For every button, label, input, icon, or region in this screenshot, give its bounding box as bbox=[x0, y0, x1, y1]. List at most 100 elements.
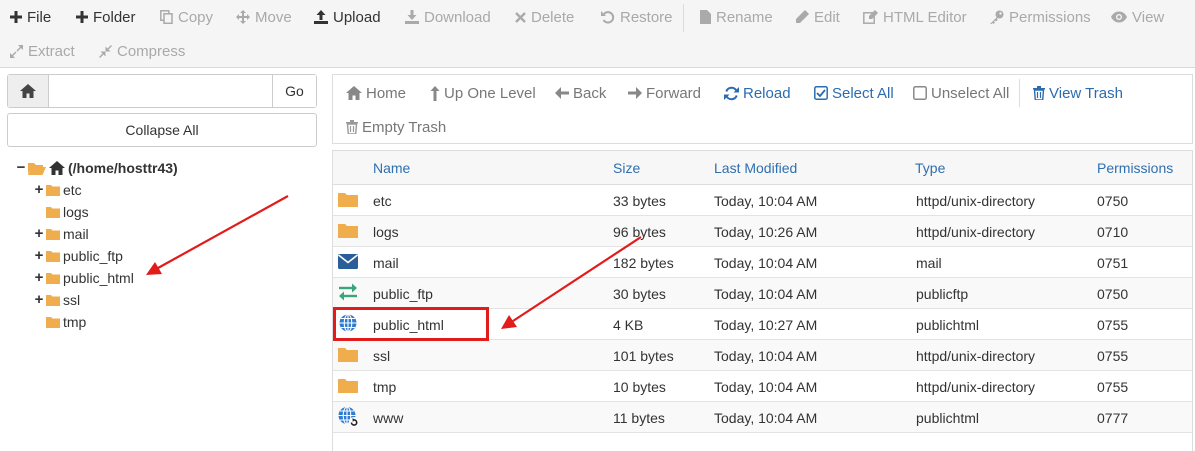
globe-link-icon bbox=[338, 406, 359, 427]
collapse-toggle[interactable]: − bbox=[16, 160, 26, 175]
file-size: 10 bytes bbox=[613, 379, 666, 395]
column-header-name[interactable]: Name bbox=[373, 160, 410, 176]
empty-trash-label: Empty Trash bbox=[362, 118, 447, 136]
select-all-button[interactable]: Select All bbox=[814, 82, 894, 104]
expand-toggle[interactable]: + bbox=[34, 292, 44, 307]
home-icon bbox=[346, 86, 362, 100]
tree-item-label: public_ftp bbox=[63, 248, 123, 264]
file-name: ssl bbox=[373, 348, 391, 364]
file-modified: Today, 10:26 AM bbox=[714, 224, 818, 240]
file-type: httpd/unix-directory bbox=[916, 379, 1036, 395]
delete-button[interactable]: Delete bbox=[515, 5, 574, 29]
trash-icon bbox=[1033, 86, 1045, 100]
html-editor-label: HTML Editor bbox=[883, 8, 967, 26]
reload-button[interactable]: Reload bbox=[724, 82, 791, 104]
restore-button[interactable]: Restore bbox=[601, 5, 673, 29]
expand-toggle[interactable]: + bbox=[34, 226, 44, 241]
reload-label: Reload bbox=[743, 84, 791, 102]
edit-button[interactable]: Edit bbox=[795, 5, 840, 29]
file-modified: Today, 10:04 AM bbox=[714, 193, 818, 209]
column-header-size[interactable]: Size bbox=[613, 160, 640, 176]
tree-item-etc[interactable]: + etc bbox=[34, 180, 82, 200]
collapse-all-button[interactable]: Collapse All bbox=[7, 113, 317, 147]
table-row[interactable]: www 11 bytes Today, 10:04 AM publichtml … bbox=[333, 402, 1192, 433]
transfer-arrows-icon bbox=[339, 283, 357, 301]
view-label: View bbox=[1132, 8, 1165, 26]
table-row[interactable]: ssl 101 bytes Today, 10:04 AM httpd/unix… bbox=[333, 340, 1192, 371]
arrow-left-icon bbox=[555, 87, 569, 99]
back-button[interactable]: Back bbox=[555, 82, 606, 104]
folder-icon bbox=[338, 224, 358, 238]
expand-icon bbox=[10, 44, 23, 58]
table-row[interactable]: mail 182 bytes Today, 10:04 AM mail 0751 bbox=[333, 247, 1192, 278]
view-button[interactable]: View bbox=[1111, 5, 1164, 29]
rename-button[interactable]: Rename bbox=[700, 5, 773, 29]
tree-item-public-ftp[interactable]: + public_ftp bbox=[34, 246, 123, 266]
plus-icon bbox=[10, 11, 22, 23]
plus-icon bbox=[76, 11, 88, 23]
file-size: 96 bytes bbox=[613, 224, 666, 240]
file-permissions: 0777 bbox=[1097, 410, 1129, 426]
file-modified: Today, 10:04 AM bbox=[714, 348, 818, 364]
view-trash-button[interactable]: View Trash bbox=[1033, 82, 1123, 104]
tree-item-ssl[interactable]: + ssl bbox=[34, 290, 81, 310]
edit-square-icon bbox=[863, 10, 878, 24]
arrowhead-icon bbox=[146, 262, 162, 275]
toolbar-divider bbox=[683, 4, 684, 32]
trash-icon bbox=[346, 120, 358, 134]
path-input[interactable] bbox=[49, 75, 272, 107]
tree-item-label: logs bbox=[63, 204, 89, 220]
tree-item-label: ssl bbox=[63, 292, 81, 308]
folder-icon bbox=[46, 229, 60, 240]
restore-label: Restore bbox=[620, 8, 673, 26]
file-name: logs bbox=[373, 224, 399, 240]
tree-item-public-html[interactable]: + public_html bbox=[34, 268, 134, 288]
upload-button[interactable]: Upload bbox=[314, 5, 381, 29]
unselect-all-button[interactable]: Unselect All bbox=[913, 82, 1009, 104]
table-row[interactable]: etc 33 bytes Today, 10:04 AM httpd/unix-… bbox=[333, 185, 1192, 216]
tree-item-mail[interactable]: + mail bbox=[34, 224, 89, 244]
table-row[interactable]: tmp 10 bytes Today, 10:04 AM httpd/unix-… bbox=[333, 371, 1192, 402]
tree-item-tmp[interactable]: tmp bbox=[46, 312, 86, 332]
column-header-permissions[interactable]: Permissions bbox=[1097, 160, 1173, 176]
file-permissions: 0755 bbox=[1097, 348, 1129, 364]
permissions-button[interactable]: Permissions bbox=[989, 5, 1091, 29]
new-folder-label: Folder bbox=[93, 8, 136, 26]
expand-toggle[interactable]: + bbox=[34, 182, 44, 197]
table-row[interactable]: logs 96 bytes Today, 10:26 AM httpd/unix… bbox=[333, 216, 1192, 247]
html-editor-button[interactable]: HTML Editor bbox=[863, 5, 967, 29]
forward-button[interactable]: Forward bbox=[628, 82, 701, 104]
tree-item-logs[interactable]: logs bbox=[46, 202, 89, 222]
move-button[interactable]: Move bbox=[236, 5, 292, 29]
expand-toggle[interactable]: + bbox=[34, 248, 44, 263]
new-file-button[interactable]: File bbox=[10, 5, 51, 29]
tree-root[interactable]: − (/home/hosttr43) bbox=[16, 158, 178, 178]
copy-icon bbox=[160, 10, 173, 24]
tree-item-label: public_html bbox=[63, 270, 134, 286]
up-one-level-label: Up One Level bbox=[444, 84, 536, 102]
compress-icon bbox=[99, 44, 112, 58]
expand-toggle[interactable]: + bbox=[34, 270, 44, 285]
go-button[interactable]: Go bbox=[272, 75, 316, 107]
download-label: Download bbox=[424, 8, 491, 26]
tree-item-label: etc bbox=[63, 182, 82, 198]
tree-item-label: mail bbox=[63, 226, 89, 242]
file-name: www bbox=[373, 410, 404, 426]
new-folder-button[interactable]: Folder bbox=[76, 5, 136, 29]
compress-button[interactable]: Compress bbox=[99, 39, 185, 63]
home-directory-button[interactable] bbox=[8, 75, 49, 107]
copy-button[interactable]: Copy bbox=[160, 5, 213, 29]
column-header-type[interactable]: Type bbox=[915, 160, 945, 176]
extract-button[interactable]: Extract bbox=[10, 39, 75, 63]
file-permissions: 0710 bbox=[1097, 224, 1129, 240]
column-header-last-modified[interactable]: Last Modified bbox=[714, 160, 797, 176]
back-label: Back bbox=[573, 84, 607, 102]
file-modified: Today, 10:04 AM bbox=[714, 410, 818, 426]
download-button[interactable]: Download bbox=[405, 5, 491, 29]
envelope-icon bbox=[338, 254, 358, 269]
folder-icon bbox=[46, 207, 60, 218]
home-nav-button[interactable]: Home bbox=[346, 82, 406, 104]
up-one-level-button[interactable]: Up One Level bbox=[430, 82, 536, 104]
table-row[interactable]: public_ftp 30 bytes Today, 10:04 AM publ… bbox=[333, 278, 1192, 309]
empty-trash-button[interactable]: Empty Trash bbox=[346, 116, 446, 138]
